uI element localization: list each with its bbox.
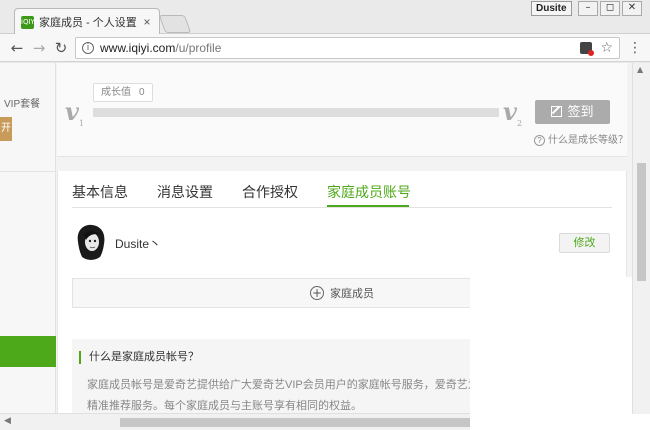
- plus-circle-icon: +: [310, 286, 324, 300]
- scroll-up-icon[interactable]: ▲: [637, 65, 643, 74]
- back-arrow-icon[interactable]: ←: [8, 39, 26, 57]
- checkin-button[interactable]: 签到: [535, 100, 610, 124]
- new-tab-button[interactable]: [158, 15, 192, 33]
- site-info-icon[interactable]: i: [82, 42, 94, 54]
- growth-level-help-link[interactable]: ? 什么是成长等级？: [534, 131, 628, 146]
- settings-tabs: 基本信息 消息设置 合作授权 家庭成员账号: [72, 171, 612, 208]
- sidebar-active-item[interactable]: [0, 336, 56, 367]
- member-name: Dusite丶: [115, 237, 162, 251]
- growth-value: 0: [139, 87, 145, 98]
- growth-value-badge: 成长值 0: [93, 83, 153, 102]
- address-bar[interactable]: i www.iqiyi.com /u/profile ☆: [75, 37, 620, 59]
- active-tab-underline: [327, 205, 409, 207]
- iqiyi-favicon-icon: iQIYI: [21, 15, 37, 29]
- tab-authorization[interactable]: 合作授权: [242, 182, 298, 202]
- horizontal-scroll-thumb[interactable]: [120, 418, 470, 427]
- profile-badge[interactable]: Dusite: [531, 1, 572, 16]
- growth-progress-bar: [93, 108, 499, 117]
- vertical-scroll-thumb[interactable]: [637, 163, 646, 281]
- address-toolbar: ← → ↻ i www.iqiyi.com /u/profile ☆ ⋮: [0, 34, 650, 62]
- minimize-button[interactable]: –: [578, 1, 598, 16]
- forward-arrow-icon[interactable]: →: [30, 39, 48, 57]
- vip-open-button[interactable]: 开: [0, 117, 12, 141]
- browser-titlebar: iQIYI 家庭成员 - 个人设置 - 爱 × Dusite – ◻ ✕: [0, 0, 650, 35]
- url-path: /u/profile: [175, 41, 222, 55]
- bookmark-star-icon[interactable]: ☆: [600, 40, 613, 56]
- faq-text-line: 精准推荐服务。每个家庭成员与主账号享有相同的权益。: [87, 400, 362, 412]
- browser-tab[interactable]: iQIYI 家庭成员 - 个人设置 - 爱 ×: [14, 8, 160, 35]
- faq-text-line: 家庭成员帐号是爱奇艺提供给广大爱奇艺VIP会员用户的家庭帐号服务，爱奇艺为每: [87, 379, 490, 391]
- edit-pencil-icon: [551, 106, 563, 117]
- question-icon: ?: [534, 135, 545, 146]
- tab-close-icon[interactable]: ×: [141, 15, 153, 29]
- close-window-button[interactable]: ✕: [622, 1, 642, 16]
- left-sidebar: VIP套餐 开: [0, 63, 56, 430]
- growth-panel: v1 成长值 0 v2 签到 ? 什么是成长等级？: [57, 63, 628, 157]
- restore-button[interactable]: ◻: [600, 1, 620, 16]
- reload-icon[interactable]: ↻: [52, 39, 70, 57]
- level-start-icon: v1: [65, 97, 85, 128]
- extension-icon[interactable]: [580, 42, 595, 56]
- tab-basic-info[interactable]: 基本信息: [72, 182, 128, 202]
- scroll-left-icon[interactable]: ◀: [4, 416, 11, 426]
- tab-family-accounts[interactable]: 家庭成员账号: [327, 182, 411, 202]
- tab-title: 家庭成员 - 个人设置 - 爱: [39, 17, 137, 29]
- tab-message-settings[interactable]: 消息设置: [157, 182, 213, 202]
- browser-menu-icon[interactable]: ⋮: [628, 39, 642, 57]
- sidebar-divider: [0, 171, 56, 172]
- url-host: www.iqiyi.com: [100, 41, 176, 55]
- vip-package-label: VIP套餐: [4, 99, 41, 110]
- avatar[interactable]: [74, 222, 108, 260]
- blank-region: [470, 277, 650, 430]
- level-end-icon: v2: [503, 97, 523, 128]
- faq-title: 什么是家庭成员帐号？: [79, 351, 199, 364]
- vertical-scrollbar[interactable]: ▲: [632, 63, 650, 414]
- modify-button[interactable]: 修改: [559, 233, 610, 253]
- horizontal-scrollbar[interactable]: ◀: [0, 413, 470, 430]
- add-family-member-label: 家庭成员: [330, 288, 374, 300]
